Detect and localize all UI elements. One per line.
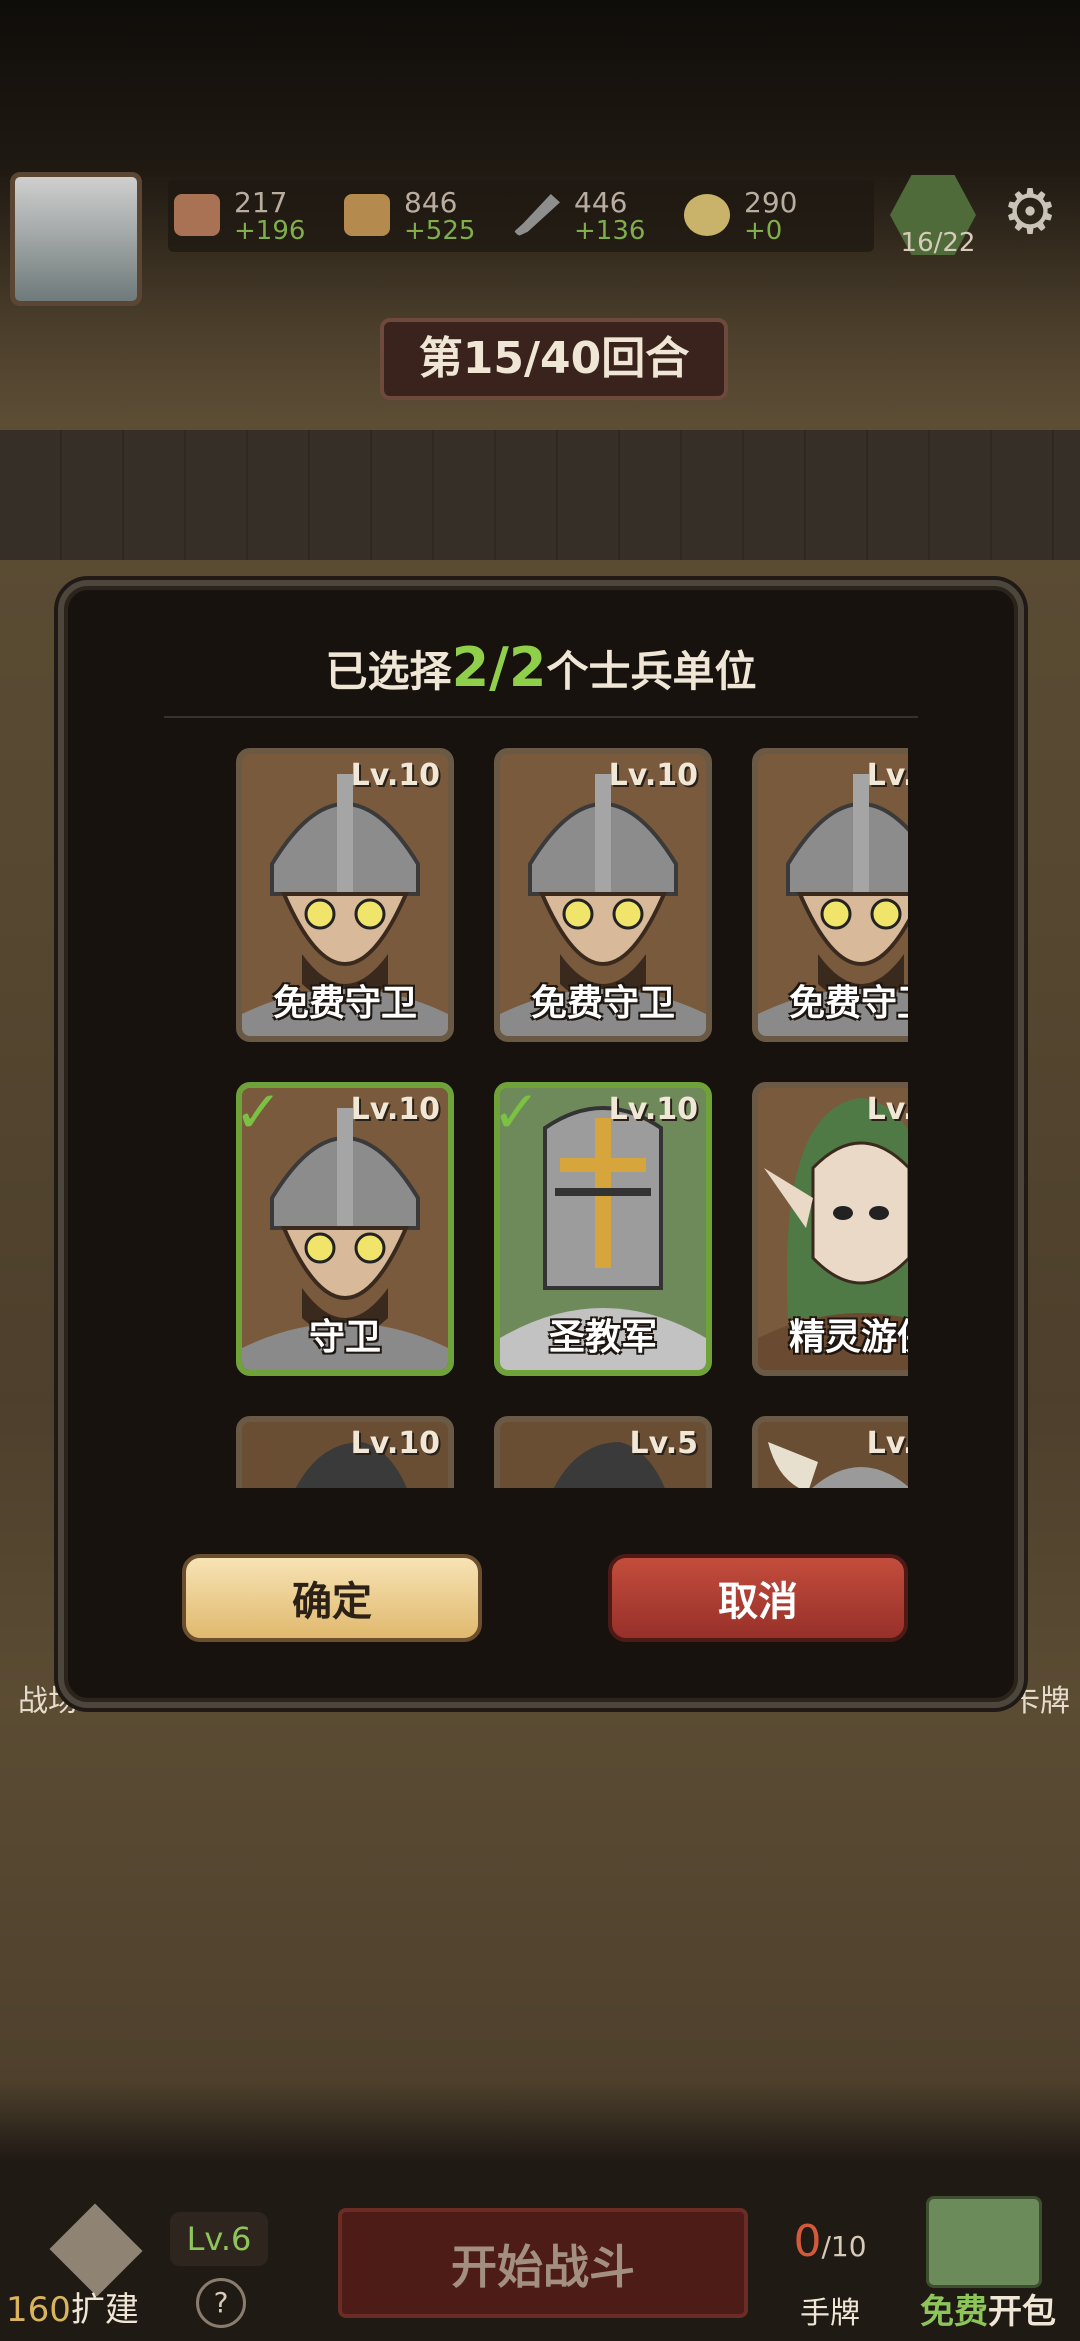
coin-icon (684, 194, 730, 236)
population-count: 16/22 (900, 228, 976, 258)
resource-delta: +136 (574, 216, 646, 246)
unit-select-dialog: 已选择2/2个士兵单位 Lv.10 免费守卫 Lv.10 免费守卫 Lv 免费守… (58, 580, 1024, 1708)
open-pack-button[interactable]: 免费开包 (898, 2284, 1078, 2333)
hand-current: 0 (793, 2216, 822, 2267)
unit-card[interactable]: Lv.10 免费守卫 (752, 748, 908, 1042)
resource-delta: +0 (744, 216, 783, 246)
unit-card[interactable]: Lv.5 (494, 1416, 712, 1488)
expand-cost: 160 (6, 2290, 71, 2330)
player-level: Lv.6 (170, 2212, 268, 2266)
resource-delta: +196 (234, 216, 306, 246)
divider (164, 716, 918, 718)
resource-value: 290 (744, 186, 798, 219)
expand-label: 扩建 (70, 2290, 139, 2330)
checkmark-icon: ✓ (492, 1078, 541, 1146)
hand-label[interactable]: 手牌 (780, 2288, 880, 2332)
unit-name: 免费守卫 (788, 983, 908, 1024)
unit-level: Lv.10 (608, 758, 698, 793)
player-avatar[interactable] (10, 172, 142, 306)
unit-card[interactable]: Lv.10 精灵游侠 (752, 1082, 908, 1376)
start-battle-button[interactable]: 开始战斗 (338, 2208, 748, 2318)
pack-label: 开包 (988, 2292, 1056, 2332)
resource-bar: 217 +196 846 +525 446 +136 290 +0 (168, 180, 874, 252)
gear-icon[interactable]: ⚙ (994, 176, 1066, 248)
hand-count: 0/10 (780, 2216, 880, 2267)
resource-coin: 290 +0 (684, 180, 854, 252)
resource-value: 217 (234, 186, 288, 219)
dialog-title: 已选择2/2个士兵单位 (64, 636, 1018, 699)
selected-count: 2/2 (451, 636, 547, 699)
checkmark-icon: ✓ (234, 1078, 283, 1146)
unit-level: Lv.10 (866, 1092, 908, 1127)
resource-weapon: 446 +136 (514, 180, 684, 252)
unit-level: Lv.10 (350, 1092, 440, 1127)
unit-level: Lv.10 (866, 1426, 908, 1461)
resource-meat: 217 +196 (174, 180, 344, 252)
unit-level: Lv.10 (866, 758, 908, 793)
expand-button[interactable]: 160扩建 (6, 2282, 139, 2331)
confirm-button[interactable]: 确定 (182, 1554, 482, 1642)
unit-name: 免费守卫 (530, 983, 675, 1024)
hand-max: /10 (821, 2230, 867, 2263)
unit-name: 圣教军 (548, 1317, 657, 1358)
title-prefix: 已选择 (325, 647, 452, 696)
unit-card[interactable]: Lv.10 (236, 1416, 454, 1488)
resource-delta: +525 (404, 216, 476, 246)
resource-wood: 846 +525 (344, 180, 514, 252)
unit-card[interactable]: Lv.10 免费守卫 (236, 748, 454, 1042)
resource-value: 446 (574, 186, 628, 219)
meat-icon (174, 194, 220, 236)
resource-value: 846 (404, 186, 458, 219)
unit-card[interactable]: Lv.10 免费守卫 (494, 748, 712, 1042)
sword-icon (514, 194, 560, 236)
unit-name: 守卫 (308, 1317, 381, 1358)
round-banner: 第15/40回合 (380, 318, 728, 400)
unit-level: Lv.5 (629, 1426, 699, 1461)
unit-level: Lv.10 (350, 758, 440, 793)
pack-free-label: 免费 (920, 2292, 988, 2332)
unit-card[interactable]: Lv.10 (752, 1416, 908, 1488)
unit-level: Lv.10 (608, 1092, 698, 1127)
unit-name: 精灵游侠 (788, 1317, 908, 1358)
help-icon[interactable]: ? (196, 2278, 246, 2328)
unit-name: 免费守卫 (272, 983, 417, 1024)
title-suffix: 个士兵单位 (546, 647, 757, 696)
unit-level: Lv.10 (350, 1426, 440, 1461)
wood-icon (344, 194, 390, 236)
cancel-button[interactable]: 取消 (608, 1554, 908, 1642)
card-pack-icon[interactable] (926, 2196, 1042, 2288)
